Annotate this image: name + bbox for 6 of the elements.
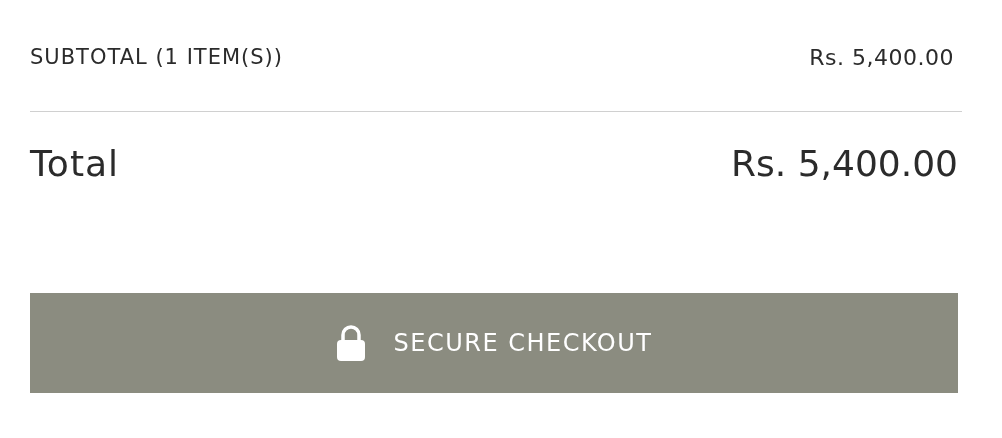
- secure-checkout-button[interactable]: SECURE CHECKOUT: [30, 293, 958, 393]
- total-value: Rs. 5,400.00: [731, 142, 958, 186]
- subtotal-label: SUBTOTAL (1 ITEM(S)): [30, 43, 283, 71]
- lock-icon: [335, 325, 366, 361]
- subtotal-value: Rs. 5,400.00: [809, 44, 954, 72]
- total-label: Total: [30, 142, 120, 186]
